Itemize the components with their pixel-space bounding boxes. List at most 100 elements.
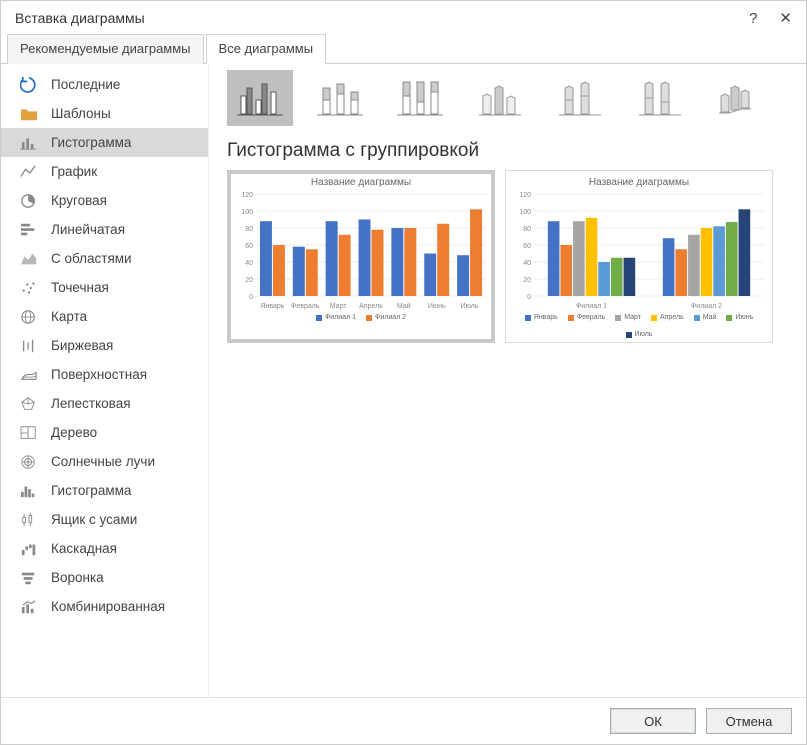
sidebar-item-label: Воронка [51, 570, 104, 585]
svg-text:120: 120 [519, 192, 531, 199]
ok-button[interactable]: ОК [610, 708, 696, 734]
sidebar-item-stock[interactable]: Биржевая [1, 331, 208, 360]
sidebar-item-label: Круговая [51, 193, 107, 208]
preview-title: Название диаграммы [512, 177, 766, 188]
chart-legend: Филиал 1Филиал 2 [234, 314, 488, 321]
svg-text:20: 20 [245, 277, 253, 284]
sidebar-item-combo[interactable]: Комбинированная [1, 592, 208, 621]
waterfall-chart-icon [19, 540, 39, 558]
sidebar-item-sunburst[interactable]: Солнечные лучи [1, 447, 208, 476]
svg-text:Июнь: Июнь [428, 303, 446, 310]
sidebar-item-templates[interactable]: Шаблоны [1, 99, 208, 128]
recent-icon [19, 76, 39, 94]
sidebar-item-radar[interactable]: Лепестковая [1, 389, 208, 418]
sidebar-item-treemap[interactable]: Дерево [1, 418, 208, 447]
subtype-heading: Гистограмма с группировкой [227, 140, 792, 162]
surface-chart-icon [19, 366, 39, 384]
sidebar-item-area[interactable]: С областями [1, 244, 208, 273]
radar-chart-icon [19, 395, 39, 413]
sidebar-item-recent[interactable]: Последние [1, 70, 208, 99]
sidebar-item-label: Гистограмма [51, 483, 131, 498]
sidebar-item-label: Шаблоны [51, 106, 111, 121]
tabs: Рекомендуемые диаграммы Все диаграммы [1, 33, 806, 64]
close-icon[interactable]: ✕ [779, 9, 792, 27]
boxwhisker-chart-icon [19, 511, 39, 529]
svg-text:0: 0 [527, 294, 531, 301]
sidebar-item-label: С областями [51, 251, 132, 266]
svg-text:80: 80 [245, 226, 253, 233]
sidebar-item-line[interactable]: График [1, 157, 208, 186]
pie-chart-icon [19, 192, 39, 210]
svg-text:100: 100 [519, 209, 531, 216]
sidebar-item-label: Ящик с усами [51, 512, 137, 527]
tab-recommended[interactable]: Рекомендуемые диаграммы [7, 34, 204, 64]
funnel-chart-icon [19, 569, 39, 587]
folder-icon [19, 105, 39, 123]
preview-row: Название диаграммы020406080100120ЯнварьФ… [227, 170, 792, 343]
svg-text:Январь: Январь [260, 303, 284, 310]
histogram-chart-icon [19, 482, 39, 500]
sidebar-item-label: Поверхностная [51, 367, 147, 382]
dialog-title: Вставка диаграммы [15, 10, 145, 26]
sidebar-item-column[interactable]: Гистограмма [1, 128, 208, 157]
treemap-chart-icon [19, 424, 39, 442]
svg-text:Март: Март [330, 303, 348, 310]
chart-legend: ЯнварьФевральМартАпрельМайИюньИюль [512, 314, 766, 338]
sidebar-item-bar[interactable]: Линейчатая [1, 215, 208, 244]
cancel-button[interactable]: Отмена [706, 708, 792, 734]
help-icon[interactable]: ? [749, 10, 757, 27]
combo-chart-icon [19, 598, 39, 616]
svg-text:Филиал 1: Филиал 1 [576, 303, 607, 310]
sidebar-item-label: Дерево [51, 425, 97, 440]
svg-text:0: 0 [249, 294, 253, 301]
svg-text:120: 120 [241, 192, 253, 199]
insert-chart-dialog: Вставка диаграммы ? ✕ Рекомендуемые диаг… [0, 0, 807, 745]
sidebar-item-label: Линейчатая [51, 222, 125, 237]
svg-text:40: 40 [523, 260, 531, 267]
column-chart-icon [19, 134, 39, 152]
subtype-row [227, 70, 792, 126]
sidebar-item-label: Карта [51, 309, 87, 324]
main-panel: Гистограмма с группировкой Название диаг… [209, 64, 806, 697]
sidebar-item-scatter[interactable]: Точечная [1, 273, 208, 302]
svg-text:100: 100 [241, 209, 253, 216]
sidebar-item-label: Гистограмма [51, 135, 131, 150]
subtype-clustered-column[interactable] [227, 70, 293, 126]
sidebar-item-map[interactable]: Карта [1, 302, 208, 331]
subtype-3d-clustered[interactable] [467, 70, 533, 126]
titlebar: Вставка диаграммы ? ✕ [1, 1, 806, 33]
sidebar-item-label: Точечная [51, 280, 109, 295]
svg-text:20: 20 [523, 277, 531, 284]
preview-1[interactable]: Название диаграммы 0 20 40 60 80 100 120 Январь Ф… [227, 170, 495, 343]
sidebar-item-histogram[interactable]: Гистограмма [1, 476, 208, 505]
tab-all[interactable]: Все диаграммы [206, 34, 327, 64]
chart-category-sidebar: Последние Шаблоны Гистограмма График [1, 64, 209, 697]
sidebar-item-label: Каскадная [51, 541, 117, 556]
sidebar-item-funnel[interactable]: Воронка [1, 563, 208, 592]
subtype-100stacked-column[interactable] [387, 70, 453, 126]
subtype-3d-stacked[interactable] [547, 70, 613, 126]
subtype-3d-100stacked[interactable] [627, 70, 693, 126]
sidebar-item-pie[interactable]: Круговая [1, 186, 208, 215]
sidebar-item-label: Лепестковая [51, 396, 131, 411]
bar-chart-icon [19, 221, 39, 239]
sidebar-item-waterfall[interactable]: Каскадная [1, 534, 208, 563]
subtype-3d-column[interactable] [707, 70, 773, 126]
sunburst-chart-icon [19, 453, 39, 471]
subtype-stacked-column[interactable] [307, 70, 373, 126]
sidebar-item-boxwhisker[interactable]: Ящик с усами [1, 505, 208, 534]
sidebar-item-label: Солнечные лучи [51, 454, 155, 469]
preview-title: Название диаграммы [234, 177, 488, 188]
svg-text:40: 40 [245, 260, 253, 267]
sidebar-item-surface[interactable]: Поверхностная [1, 360, 208, 389]
preview-2[interactable]: Название диаграммы020406080100120Филиал … [505, 170, 773, 343]
svg-text:60: 60 [523, 243, 531, 250]
stock-chart-icon [19, 337, 39, 355]
svg-text:60: 60 [245, 243, 253, 250]
sidebar-item-label: График [51, 164, 97, 179]
svg-text:Май: Май [397, 302, 411, 310]
svg-text:Апрель: Апрель [359, 303, 383, 310]
svg-text:Филиал 2: Филиал 2 [691, 303, 722, 310]
map-chart-icon [19, 308, 39, 326]
svg-text:Февраль: Февраль [291, 303, 320, 310]
